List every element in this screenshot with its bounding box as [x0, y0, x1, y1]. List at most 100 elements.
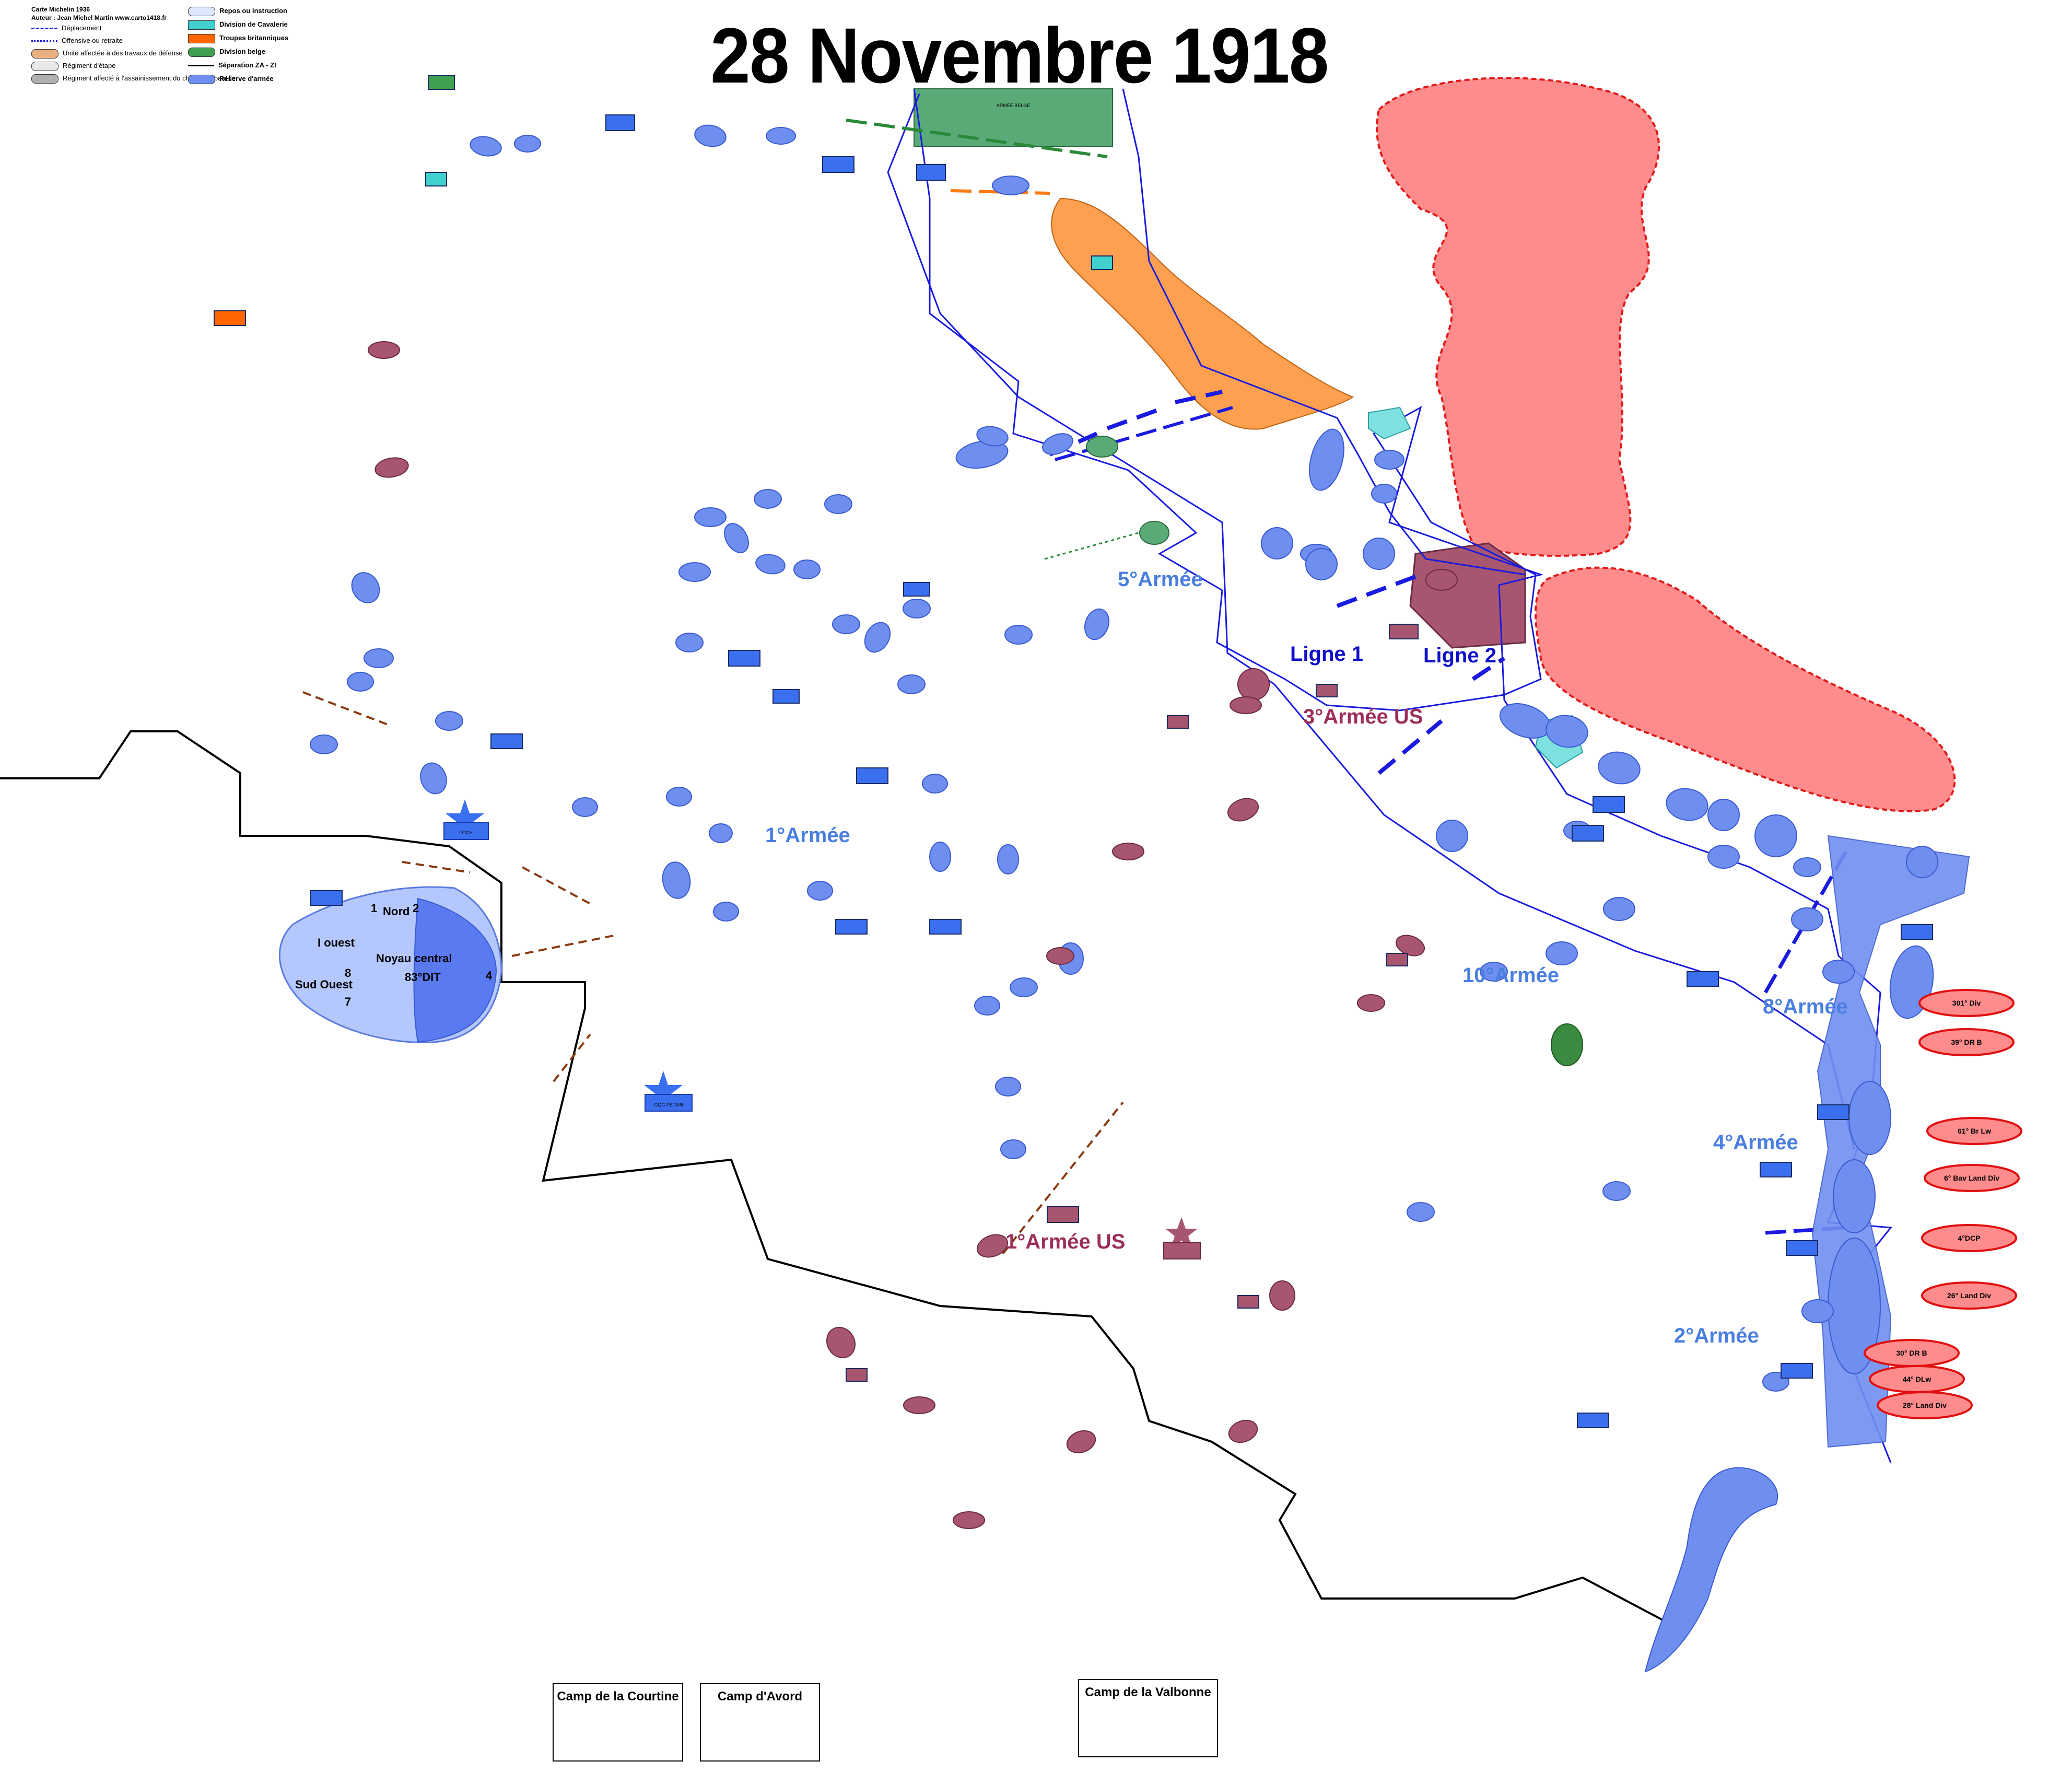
hq-box — [1316, 684, 1338, 697]
us-unit — [903, 1396, 935, 1414]
french-unit — [1666, 788, 1708, 821]
label-ligne-2: Ligne 2 — [1423, 644, 1496, 667]
label-8-armee: 8°Armée — [1763, 995, 1848, 1018]
page-title: 28 Novembre 1918 — [710, 11, 1329, 99]
french-unit — [1004, 625, 1033, 645]
dashed-arrow-icon — [31, 28, 57, 30]
us-unit — [1357, 994, 1385, 1012]
french-unit — [793, 559, 821, 579]
german-unit-label: 6° Bav Land Div — [1944, 1174, 1999, 1182]
label-3-armee-us: 3°Armée US — [1303, 705, 1423, 728]
hq-box — [1386, 953, 1408, 966]
camp-courtine: Camp de la Courtine — [553, 1683, 683, 1762]
defense-work-icon — [31, 49, 58, 59]
french-unit — [347, 672, 374, 692]
german-unit-label: 26° Land Div — [1947, 1291, 1991, 1300]
paris-nord: Nord — [383, 905, 409, 918]
legend-item-cavalerie: Division de Cavalerie — [188, 18, 288, 31]
french-unit — [694, 124, 727, 147]
german-unit: 39° DR B — [1918, 1028, 2015, 1056]
hq-box — [856, 767, 888, 784]
paris-sudouest: Sud Ouest — [295, 978, 353, 991]
label-10-armee: 10°Armée — [1462, 964, 1559, 987]
us-unit — [1046, 947, 1074, 965]
french-unit — [832, 614, 860, 634]
french-unit — [1793, 857, 1821, 877]
paris-n7: 7 — [345, 995, 351, 1008]
french-unit — [754, 489, 782, 509]
german-unit-label: 4°DCP — [1958, 1234, 1981, 1242]
french-unit — [1603, 897, 1635, 921]
french-unit — [724, 523, 749, 553]
belgian-division-3 — [1551, 1023, 1583, 1066]
label-4-armee: 4°Armée — [1713, 1131, 1798, 1154]
german-unit: 301° Div — [1918, 989, 2015, 1017]
french-unit — [1084, 608, 1110, 640]
hq-box — [1091, 255, 1113, 270]
french-unit — [1801, 1299, 1834, 1323]
hq-box — [214, 310, 246, 326]
camp-avord: Camp d'Avord — [700, 1683, 820, 1762]
gqg-label: GQG PETAIN — [654, 1102, 683, 1107]
paris-n2: 2 — [413, 902, 419, 915]
french-unit — [1906, 846, 1938, 878]
paris-ouest: I ouest — [318, 936, 355, 949]
hq-box — [772, 689, 800, 704]
us-unit — [1230, 696, 1262, 714]
hq-box — [835, 919, 868, 935]
eastern-river-zone — [1644, 1467, 1778, 1673]
legend-item-separation: Séparation ZA - ZI — [188, 59, 288, 72]
french-unit — [992, 176, 1029, 195]
legend-item-britanniques: Troupes britanniques — [188, 31, 288, 45]
legend-right: Repos ou instruction Division de Cavaler… — [188, 4, 288, 86]
sanitation-regiment-icon — [31, 74, 58, 84]
hq-box — [1687, 971, 1719, 987]
french-unit — [974, 996, 1000, 1016]
french-unit — [678, 562, 711, 582]
french-unit — [1010, 977, 1038, 997]
hq-box — [822, 156, 854, 173]
hq-box — [929, 919, 962, 935]
hq-box — [916, 164, 946, 181]
french-unit — [897, 674, 926, 694]
paris-dit: 83°DIT — [405, 971, 441, 984]
hq-box — [903, 582, 930, 597]
french-unit — [1436, 820, 1468, 852]
french-unit — [1261, 527, 1293, 559]
us-unit — [1066, 1430, 1096, 1454]
french-unit — [1363, 538, 1395, 570]
paris-n8: 8 — [345, 966, 351, 979]
hq-box — [728, 650, 760, 667]
french-unit — [995, 1077, 1021, 1097]
french-unit — [694, 507, 727, 527]
french-unit — [1000, 1139, 1026, 1159]
hq-box — [1047, 1206, 1079, 1223]
french-unit — [709, 823, 733, 843]
us-unit — [1227, 798, 1259, 822]
label-ligne-1: Ligne 1 — [1290, 643, 1363, 666]
german-unit: 6° Bav Land Div — [1924, 1164, 2020, 1192]
french-unit — [310, 734, 338, 754]
hq-box — [1167, 715, 1189, 729]
french-unit — [1754, 814, 1797, 857]
german-unit: 30° DR B — [1864, 1339, 1960, 1367]
german-unit: 26° Land Div — [1921, 1281, 2017, 1310]
french-unit — [1848, 1081, 1891, 1155]
belgian-army-label: ARMEE BELGE — [997, 103, 1031, 108]
us-unit — [1228, 1419, 1258, 1443]
za-zi-separation — [0, 730, 1672, 1626]
front-line — [913, 88, 1892, 1463]
stage-regiment-icon — [31, 61, 58, 71]
hq-box — [1781, 1363, 1813, 1379]
german-unit: 28° Land Div — [1877, 1391, 1973, 1419]
hq-box — [425, 172, 447, 186]
hq-box — [1786, 1240, 1818, 1256]
hq-box — [1237, 1295, 1259, 1309]
german-unit-label: 61° Br Lw — [1958, 1127, 1991, 1135]
hq-box — [428, 75, 455, 90]
french-unit — [1371, 484, 1397, 504]
us-unit — [1112, 843, 1144, 860]
german-unit-label: 44° DLw — [1903, 1375, 1931, 1383]
paris-n4: 4 — [486, 969, 493, 982]
french-unit — [922, 774, 948, 794]
